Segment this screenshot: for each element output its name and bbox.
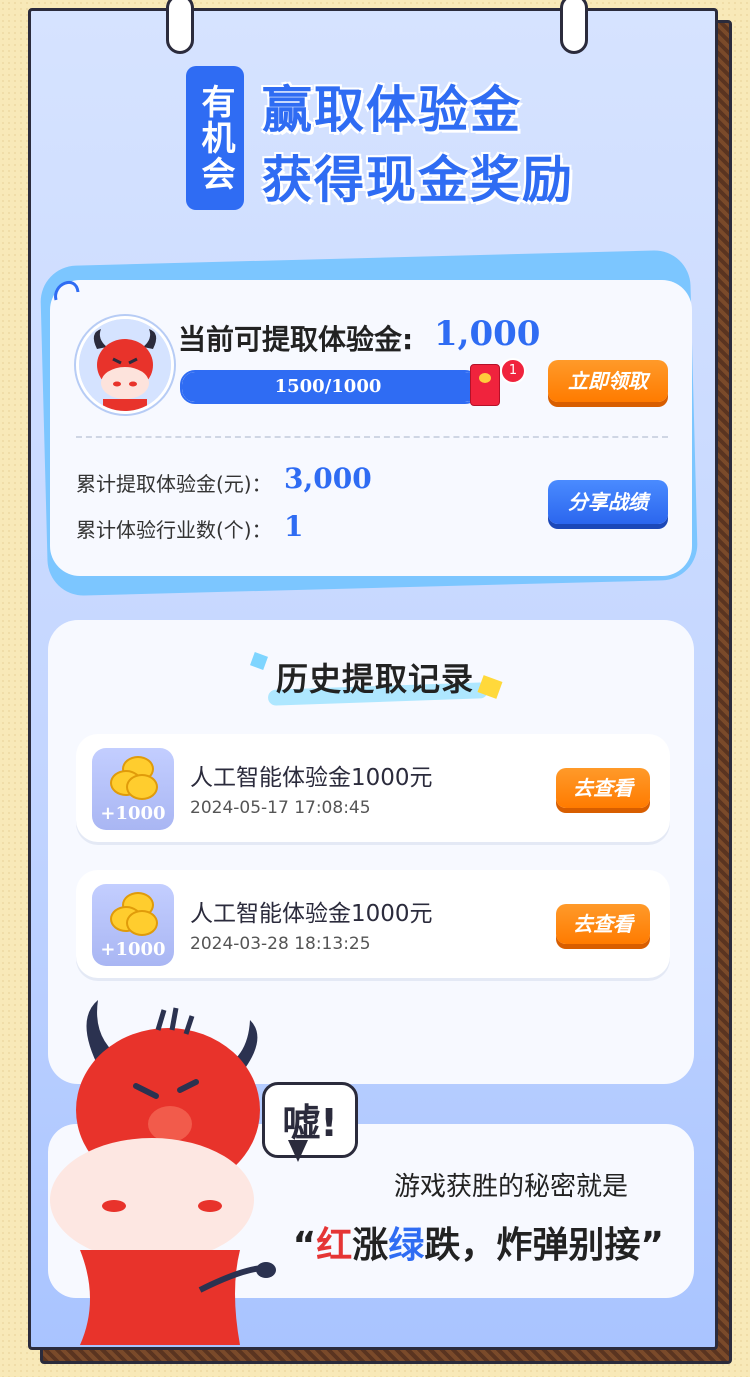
bull-avatar-icon xyxy=(79,319,171,411)
chance-badge-text: 有机会 xyxy=(195,84,235,192)
record-title: 人工智能体验金1000元 xyxy=(190,765,433,791)
coin-stack-icon: +1000 xyxy=(92,748,174,830)
slogan-close-quote: ” xyxy=(640,1225,664,1266)
coin-amount-text: +1000 xyxy=(100,803,166,824)
slogan-part3: 跌，炸弹别接 xyxy=(424,1225,641,1266)
share-record-button[interactable]: 分享战绩 xyxy=(548,480,668,524)
headline-line2: 获得现金奖励 xyxy=(262,151,574,209)
red-packet-badge: 1 xyxy=(500,358,526,384)
history-record: +1000 人工智能体验金1000元 2024-05-17 17:08:45 去… xyxy=(76,734,670,842)
slogan-part2: 涨 xyxy=(352,1225,389,1266)
headline-line1: 赢取体验金 xyxy=(262,81,522,139)
slogan-green-word: 绿 xyxy=(388,1225,425,1266)
view-record-button[interactable]: 去查看 xyxy=(556,768,650,808)
slogan-red-word: 红 xyxy=(316,1225,353,1266)
record-title: 人工智能体验金1000元 xyxy=(190,901,433,927)
secret-text: 游戏获胜的秘密就是 xyxy=(394,1172,629,1202)
divider xyxy=(76,436,668,438)
binder-ring-right xyxy=(560,0,588,54)
chance-badge: 有机会 xyxy=(186,66,244,210)
history-record: +1000 人工智能体验金1000元 2024-03-28 18:13:25 去… xyxy=(76,870,670,978)
current-amount-value: 1,000 xyxy=(434,314,541,354)
swirl-decoration-icon xyxy=(54,280,80,301)
coin-amount-text: +1000 xyxy=(100,939,166,960)
industries-count-label: 累计体验行业数(个)： xyxy=(76,518,272,542)
bull-avatar xyxy=(76,316,174,414)
binder-ring-left xyxy=(166,0,194,54)
slogan: “红涨绿跌，炸弹别接” xyxy=(293,1216,664,1268)
progress-text: 1500/1000 xyxy=(274,376,382,397)
coin-stack-icon: +1000 xyxy=(92,884,174,966)
record-time: 2024-03-28 18:13:25 xyxy=(190,934,371,954)
history-title: 历史提取记录 xyxy=(275,660,474,698)
industries-count-value: 1 xyxy=(284,510,304,543)
total-withdrawn-label: 累计提取体验金(元)： xyxy=(76,472,272,496)
record-time: 2024-05-17 17:08:45 xyxy=(190,798,371,818)
red-packet-icon[interactable] xyxy=(470,364,500,406)
view-record-button[interactable]: 去查看 xyxy=(556,904,650,944)
claim-now-button[interactable]: 立即领取 xyxy=(548,360,668,402)
bull-mascot-icon xyxy=(50,1000,276,1345)
current-amount-label: 当前可提取体验金: xyxy=(178,323,414,356)
slogan-open-quote: “ xyxy=(292,1225,317,1266)
total-withdrawn-value: 3,000 xyxy=(284,462,372,495)
